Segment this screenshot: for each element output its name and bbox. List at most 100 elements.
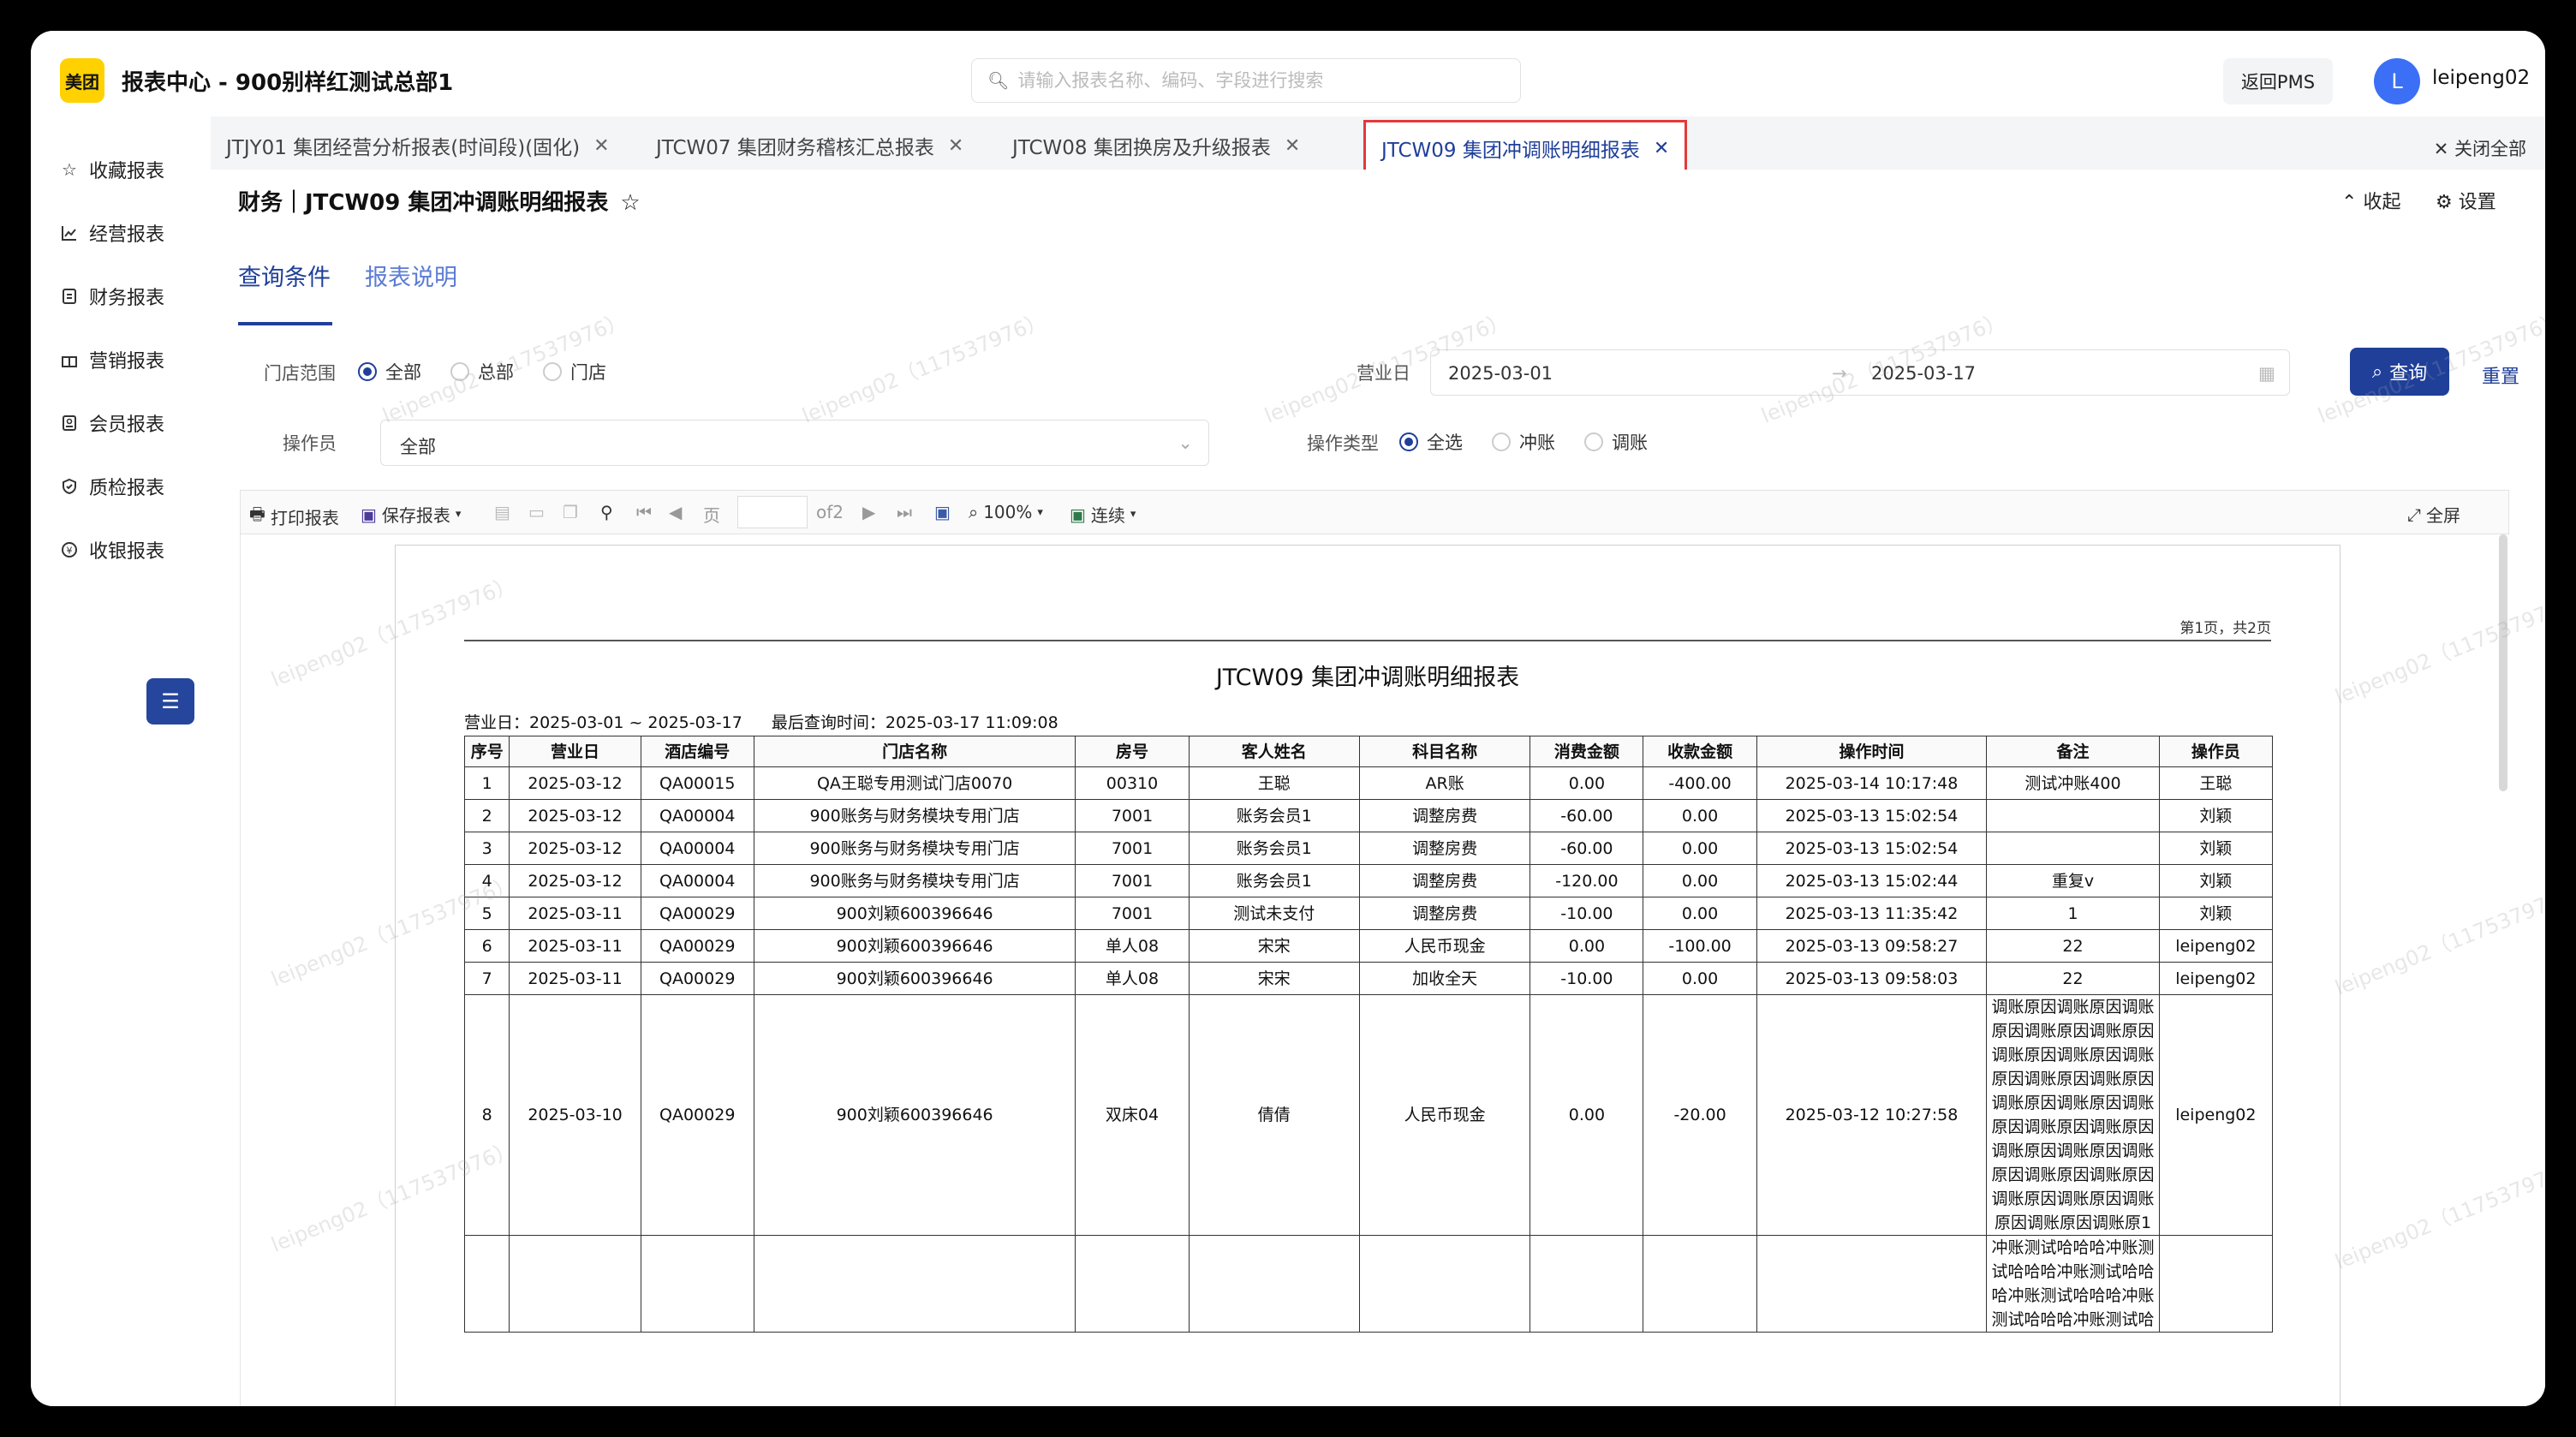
table-cell (1986, 832, 2160, 865)
report-viewer[interactable]: 第1页，共2页 JTCW09 集团冲调账明细报表 营业日：2025-03-01 … (240, 534, 2509, 1406)
avatar[interactable]: L (2374, 58, 2420, 104)
table-row: 冲账测试哈哈哈冲账测试哈哈哈冲账测试哈哈哈冲账测试哈哈哈冲账测试哈哈哈冲账测试哈 (463, 1235, 2274, 1333)
table-cell: 2025-03-12 (509, 864, 641, 897)
date-end[interactable]: 2025-03-17 (1871, 363, 1976, 384)
tab-jtcw08[interactable]: JTCW08 集团换房及升级报表 ✕ (1012, 127, 1300, 164)
store-scope-hq-radio[interactable]: 总部 (450, 359, 514, 385)
column-header: 营业日 (509, 736, 641, 767)
sidebar-item-operations[interactable]: 经营报表 (60, 216, 164, 250)
table-cell: 22 (1986, 962, 2160, 995)
save-report-button[interactable]: ▣ 保存报表 ▾ (361, 502, 461, 527)
yen-icon: ¥ (60, 540, 79, 559)
app-title: 报表中心 - 900别样红测试总部1 (122, 70, 454, 96)
column-header: 操作员 (2158, 736, 2274, 767)
copy-icon[interactable]: ❐ (563, 502, 578, 522)
column-header: 客人姓名 (1188, 736, 1360, 767)
close-icon[interactable]: ✕ (948, 135, 963, 157)
view-mode-control[interactable]: ▣ 连续 ▾ (1070, 502, 1136, 527)
radio-icon (543, 362, 562, 381)
tab-report-description[interactable]: 报表说明 (365, 259, 457, 292)
tab-label: JTCW08 集团换房及升级报表 (1012, 137, 1271, 159)
settings-button[interactable]: ⚙ 设置 (2436, 187, 2496, 214)
tab-query-conditions[interactable]: 查询条件 (238, 259, 331, 292)
print-report-button[interactable]: 🖶 打印报表 (249, 502, 339, 531)
table-cell: 冲账测试哈哈哈冲账测试哈哈哈冲账测试哈哈哈冲账测试哈哈哈冲账测试哈哈哈冲账测试哈 (1986, 1235, 2160, 1333)
sidebar-item-member[interactable]: 会员报表 (60, 406, 164, 440)
radio-label: 全选 (1427, 432, 1463, 453)
table-cell: 2025-03-12 (509, 766, 641, 800)
business-day-label: 营业日 (1357, 363, 1410, 384)
tab-jtcw09-active[interactable]: JTCW09 集团冲调账明细报表 ✕ (1363, 120, 1688, 176)
sidebar-item-marketing[interactable]: 营销报表 (60, 343, 164, 377)
collapse-icon: ⌃ (2341, 192, 2358, 213)
zoom-control[interactable]: ⌕ 100% ▾ (969, 502, 1043, 522)
operator-select[interactable]: 全部 ⌄ (380, 420, 1209, 466)
reset-button[interactable]: 重置 (2482, 361, 2519, 389)
fullscreen-button[interactable]: ⤢ 全屏 (2407, 502, 2460, 527)
fit-page-icon[interactable]: ▣ (934, 502, 951, 522)
previous-page-icon[interactable]: ◀ (669, 502, 682, 522)
sidebar-toggle-button[interactable]: ☰ (146, 678, 194, 724)
table-cell: 0.00 (1530, 929, 1644, 963)
doc-view-icon[interactable]: ▤ (494, 502, 510, 522)
store-scope-store-radio[interactable]: 门店 (543, 359, 606, 385)
sidebar-item-label: 会员报表 (89, 414, 165, 436)
last-page-icon[interactable]: ⏭ (897, 502, 912, 522)
query-button-label: 查询 (2389, 363, 2428, 385)
table-header-row: 序号 营业日 酒店编号 门店名称 房号 客人姓名 科目名称 消费金额 收款金额 … (463, 736, 2274, 767)
sidebar: ☆ 收藏报表 经营报表 财务报表 营销报表 会员报表 质检报表 ¥ 收银报表 ☰ (31, 116, 211, 1406)
table-row: 4 2025-03-12 QA00004 900账务与财务模块专用门店 7001 账务会员… (463, 864, 2274, 897)
table-cell: 调整房费 (1358, 799, 1531, 832)
first-page-icon[interactable]: ⏮ (636, 502, 652, 522)
clipboard-icon[interactable]: ▭ (528, 502, 545, 522)
sidebar-item-cashier[interactable]: ¥ 收银报表 (60, 533, 164, 567)
table-cell: leipeng02 (2158, 994, 2274, 1236)
sidebar-item-favorites[interactable]: ☆ 收藏报表 (60, 152, 164, 187)
viewer-scrollbar[interactable] (2499, 534, 2507, 791)
sidebar-item-quality[interactable]: 质检报表 (60, 469, 164, 504)
table-cell: 2025-03-11 (509, 929, 641, 963)
report-title: JTCW09 集团冲调账明细报表 (1215, 665, 1520, 691)
table-cell: 900刘颖600396646 (753, 994, 1076, 1236)
username[interactable]: leipeng02 (2432, 67, 2530, 89)
table-cell: 0.00 (1643, 832, 1757, 865)
view-mode-label: 连续 (1090, 505, 1125, 526)
close-icon[interactable]: ✕ (593, 135, 609, 157)
close-icon[interactable]: ✕ (1654, 138, 1669, 159)
close-all-label: 关闭全部 (2454, 139, 2526, 159)
store-scope-all-radio[interactable]: 全部 (358, 359, 421, 385)
meituan-logo: 美团 (60, 58, 104, 103)
sidebar-item-label: 经营报表 (89, 224, 165, 246)
page-number-input[interactable] (737, 496, 808, 528)
table-cell: 6 (463, 929, 510, 963)
close-icon[interactable]: ✕ (1285, 135, 1300, 157)
tab-jtcw07[interactable]: JTCW07 集团财务稽核汇总报表 ✕ (656, 127, 963, 164)
query-button[interactable]: ⌕ 查询 (2350, 348, 2449, 396)
op-type-all-radio[interactable]: 全选 (1399, 429, 1463, 455)
collapse-button[interactable]: ⌃ 收起 (2341, 187, 2400, 214)
tab-jtjy01[interactable]: JTJY01 集团经营分析报表(时间段)(固化) ✕ (226, 127, 610, 164)
search-icon: 🔍︎ (987, 70, 1010, 91)
floppy-disk-icon: ▣ (361, 504, 377, 525)
table-cell: 2025-03-13 09:58:27 (1756, 929, 1988, 963)
table-cell: 测试未支付 (1188, 897, 1360, 930)
back-to-pms-button[interactable]: 返回PMS (2223, 58, 2333, 104)
favorite-star-icon[interactable]: ☆ (620, 190, 640, 216)
table-cell: -10.00 (1530, 962, 1644, 995)
report-search-box[interactable]: 🔍︎ (971, 58, 1521, 103)
report-table: 序号 营业日 酒店编号 门店名称 房号 客人姓名 科目名称 消费金额 收款金额 … (463, 736, 2274, 1333)
search-input[interactable] (1017, 70, 1498, 91)
next-page-icon[interactable]: ▶ (862, 502, 875, 522)
tab-label: JTCW07 集团财务稽核汇总报表 (656, 137, 934, 159)
operator-label: 操作员 (283, 433, 337, 454)
business-day-range-picker[interactable]: 2025-03-01 → 2025-03-17 ▦ (1430, 349, 2290, 396)
op-type-adjust-radio[interactable]: 调账 (1584, 429, 1648, 455)
table-cell: 900账务与财务模块专用门店 (753, 799, 1076, 832)
table-cell (2158, 1235, 2274, 1333)
sidebar-item-finance[interactable]: 财务报表 (60, 279, 164, 313)
close-all-tabs-button[interactable]: ✕ 关闭全部 (2434, 135, 2526, 161)
page-label: 页 (703, 505, 720, 526)
find-binoculars-icon[interactable]: ⚲ (600, 502, 613, 522)
date-start[interactable]: 2025-03-01 (1448, 363, 1553, 384)
op-type-reverse-radio[interactable]: 冲账 (1492, 429, 1555, 455)
